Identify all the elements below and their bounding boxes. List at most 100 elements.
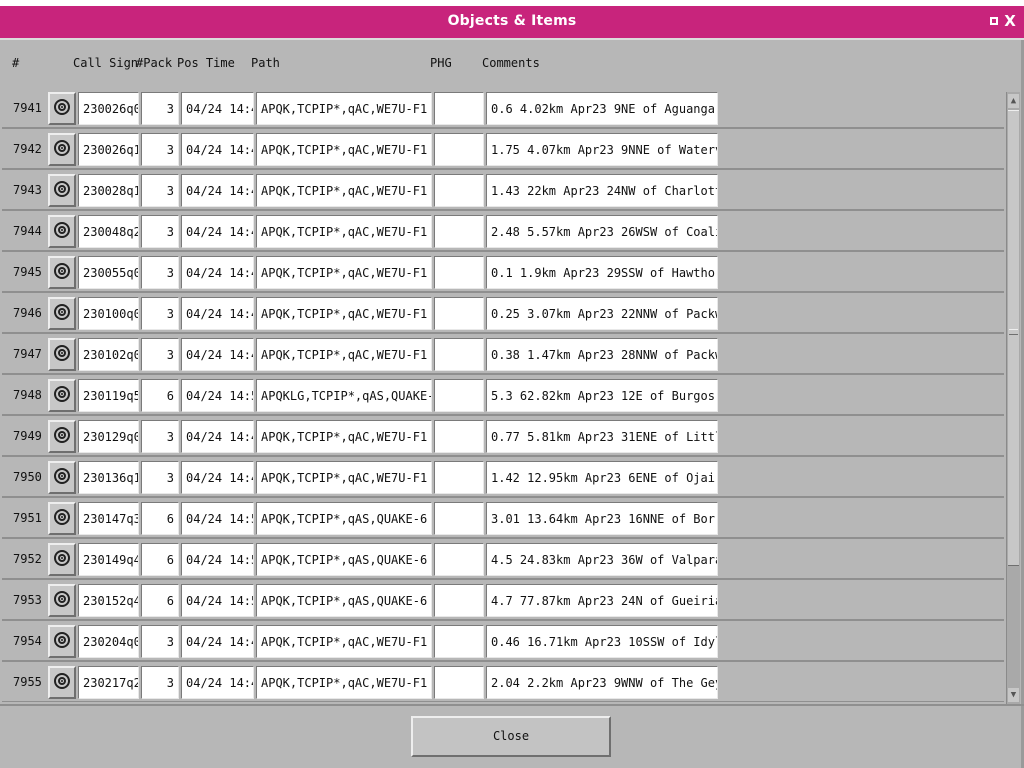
phg-field[interactable] (434, 174, 484, 207)
call-sign-field[interactable]: 230217q20 (78, 666, 139, 699)
close-button[interactable]: Close (411, 716, 611, 757)
vertical-scrollbar[interactable]: ▲ ▼ (1006, 92, 1020, 704)
path-field[interactable]: APQK,TCPIP*,qAC,WE7U-F1 (256, 256, 432, 289)
call-sign-field[interactable]: 230149q45 (78, 543, 139, 576)
pack-count-field[interactable]: 3 (141, 174, 179, 207)
call-sign-field[interactable]: 230048q24 (78, 215, 139, 248)
pack-count-field[interactable]: 3 (141, 297, 179, 330)
pack-count-field[interactable]: 6 (141, 584, 179, 617)
pos-time-field[interactable]: 04/24 14:47 (181, 420, 254, 453)
locate-button[interactable] (48, 420, 76, 453)
pos-time-field[interactable]: 04/24 14:50 (181, 543, 254, 576)
phg-field[interactable] (434, 215, 484, 248)
locate-button[interactable] (48, 256, 76, 289)
call-sign-field[interactable]: 230055q01 (78, 256, 139, 289)
comment-field[interactable]: 0.38 1.47km Apr23 28NNW of Packwood (486, 338, 718, 371)
pack-count-field[interactable]: 3 (141, 215, 179, 248)
comment-field[interactable]: 0.6 4.02km Apr23 9NE of Aguanga (486, 92, 718, 125)
path-field[interactable]: APQK,TCPIP*,qAC,WE7U-F1 (256, 420, 432, 453)
phg-field[interactable] (434, 256, 484, 289)
locate-button[interactable] (48, 461, 76, 494)
pos-time-field[interactable]: 04/24 14:51 (181, 584, 254, 617)
path-field[interactable]: APQK,TCPIP*,qAC,WE7U-F1 (256, 666, 432, 699)
locate-button[interactable] (48, 666, 76, 699)
scroll-down-icon[interactable]: ▼ (1008, 688, 1019, 702)
path-field[interactable]: APQK,TCPIP*,qAC,WE7U-F1 (256, 133, 432, 166)
locate-button[interactable] (48, 92, 76, 125)
comment-field[interactable]: 0.77 5.81km Apr23 31ENE of Little Lake (486, 420, 718, 453)
phg-field[interactable] (434, 543, 484, 576)
path-field[interactable]: APQK,TCPIP*,qAC,WE7U-F1 (256, 297, 432, 330)
comment-field[interactable]: 1.43 22km Apr23 24NW of Charlotte Amalie (486, 174, 718, 207)
pack-count-field[interactable]: 3 (141, 338, 179, 371)
pack-count-field[interactable]: 3 (141, 666, 179, 699)
pos-time-field[interactable]: 04/24 14:47 (181, 174, 254, 207)
phg-field[interactable] (434, 420, 484, 453)
comment-field[interactable]: 0.1 1.9km Apr23 29SSW of Hawthorne (486, 256, 718, 289)
locate-button[interactable] (48, 297, 76, 330)
comment-field[interactable]: 4.5 24.83km Apr23 36W of Valparaiso (486, 543, 718, 576)
pos-time-field[interactable]: 04/24 14:47 (181, 215, 254, 248)
phg-field[interactable] (434, 666, 484, 699)
path-field[interactable]: APQK,TCPIP*,qAC,WE7U-F1 (256, 461, 432, 494)
phg-field[interactable] (434, 502, 484, 535)
call-sign-field[interactable]: 230102q03 (78, 338, 139, 371)
pack-count-field[interactable]: 6 (141, 379, 179, 412)
locate-button[interactable] (48, 584, 76, 617)
pos-time-field[interactable]: 04/24 14:50 (181, 502, 254, 535)
call-sign-field[interactable]: 230136q14 (78, 461, 139, 494)
comment-field[interactable]: 1.75 4.07km Apr23 9NNE of Waterville (486, 133, 718, 166)
call-sign-field[interactable]: 230147q30 (78, 502, 139, 535)
comment-field[interactable]: 3.01 13.64km Apr23 16NNE of Borrego Spri (486, 502, 718, 535)
pack-count-field[interactable]: 3 (141, 256, 179, 289)
phg-field[interactable] (434, 379, 484, 412)
call-sign-field[interactable]: 230026q06 (78, 92, 139, 125)
path-field[interactable]: APQK,TCPIP*,qAS,QUAKE-6 (256, 502, 432, 535)
phg-field[interactable] (434, 584, 484, 617)
call-sign-field[interactable]: 230100q02 (78, 297, 139, 330)
call-sign-field[interactable]: 230028q14 (78, 174, 139, 207)
path-field[interactable]: APQK,TCPIP*,qAS,QUAKE-6 (256, 543, 432, 576)
path-field[interactable]: APQK,TCPIP*,qAC,WE7U-F1 (256, 625, 432, 658)
pack-count-field[interactable]: 6 (141, 502, 179, 535)
comment-field[interactable]: 2.48 5.57km Apr23 26WSW of Coalinga (486, 215, 718, 248)
path-field[interactable]: APQK,TCPIP*,qAS,QUAKE-6 (256, 584, 432, 617)
pack-count-field[interactable]: 3 (141, 461, 179, 494)
comment-field[interactable]: 1.42 12.95km Apr23 6ENE of Ojai (486, 461, 718, 494)
phg-field[interactable] (434, 297, 484, 330)
call-sign-field[interactable]: 230026q17 (78, 133, 139, 166)
phg-field[interactable] (434, 461, 484, 494)
pos-time-field[interactable]: 04/24 14:47 (181, 92, 254, 125)
locate-button[interactable] (48, 379, 76, 412)
locate-button[interactable] (48, 215, 76, 248)
pack-count-field[interactable]: 3 (141, 420, 179, 453)
call-sign-field[interactable]: 230129q07 (78, 420, 139, 453)
comment-field[interactable]: 0.25 3.07km Apr23 22NNW of Packwood (486, 297, 718, 330)
pos-time-field[interactable]: 04/24 14:47 (181, 297, 254, 330)
pos-time-field[interactable]: 04/24 14:47 (181, 625, 254, 658)
locate-button[interactable] (48, 502, 76, 535)
path-field[interactable]: APQK,TCPIP*,qAC,WE7U-F1 (256, 92, 432, 125)
comment-field[interactable]: 0.46 16.71km Apr23 10SSW of Idyllwild (486, 625, 718, 658)
close-icon[interactable]: X (1003, 14, 1017, 29)
call-sign-field[interactable]: 230119q53 (78, 379, 139, 412)
call-sign-field[interactable]: 230204q04 (78, 625, 139, 658)
path-field[interactable]: APQK,TCPIP*,qAC,WE7U-F1 (256, 338, 432, 371)
pack-count-field[interactable]: 3 (141, 625, 179, 658)
scroll-up-icon[interactable]: ▲ (1008, 94, 1019, 108)
phg-field[interactable] (434, 92, 484, 125)
title-bar[interactable]: Objects & Items X (0, 6, 1024, 38)
call-sign-field[interactable]: 230152q47 (78, 584, 139, 617)
locate-button[interactable] (48, 174, 76, 207)
pos-time-field[interactable]: 04/24 14:50 (181, 379, 254, 412)
pack-count-field[interactable]: 6 (141, 543, 179, 576)
phg-field[interactable] (434, 625, 484, 658)
pos-time-field[interactable]: 04/24 14:47 (181, 666, 254, 699)
pack-count-field[interactable]: 3 (141, 92, 179, 125)
path-field[interactable]: APQK,TCPIP*,qAC,WE7U-F1 (256, 215, 432, 248)
locate-button[interactable] (48, 625, 76, 658)
pos-time-field[interactable]: 04/24 14:47 (181, 133, 254, 166)
path-field[interactable]: APQK,TCPIP*,qAC,WE7U-F1 (256, 174, 432, 207)
path-field[interactable]: APQKLG,TCPIP*,qAS,QUAKE-6 (256, 379, 432, 412)
locate-button[interactable] (48, 338, 76, 371)
